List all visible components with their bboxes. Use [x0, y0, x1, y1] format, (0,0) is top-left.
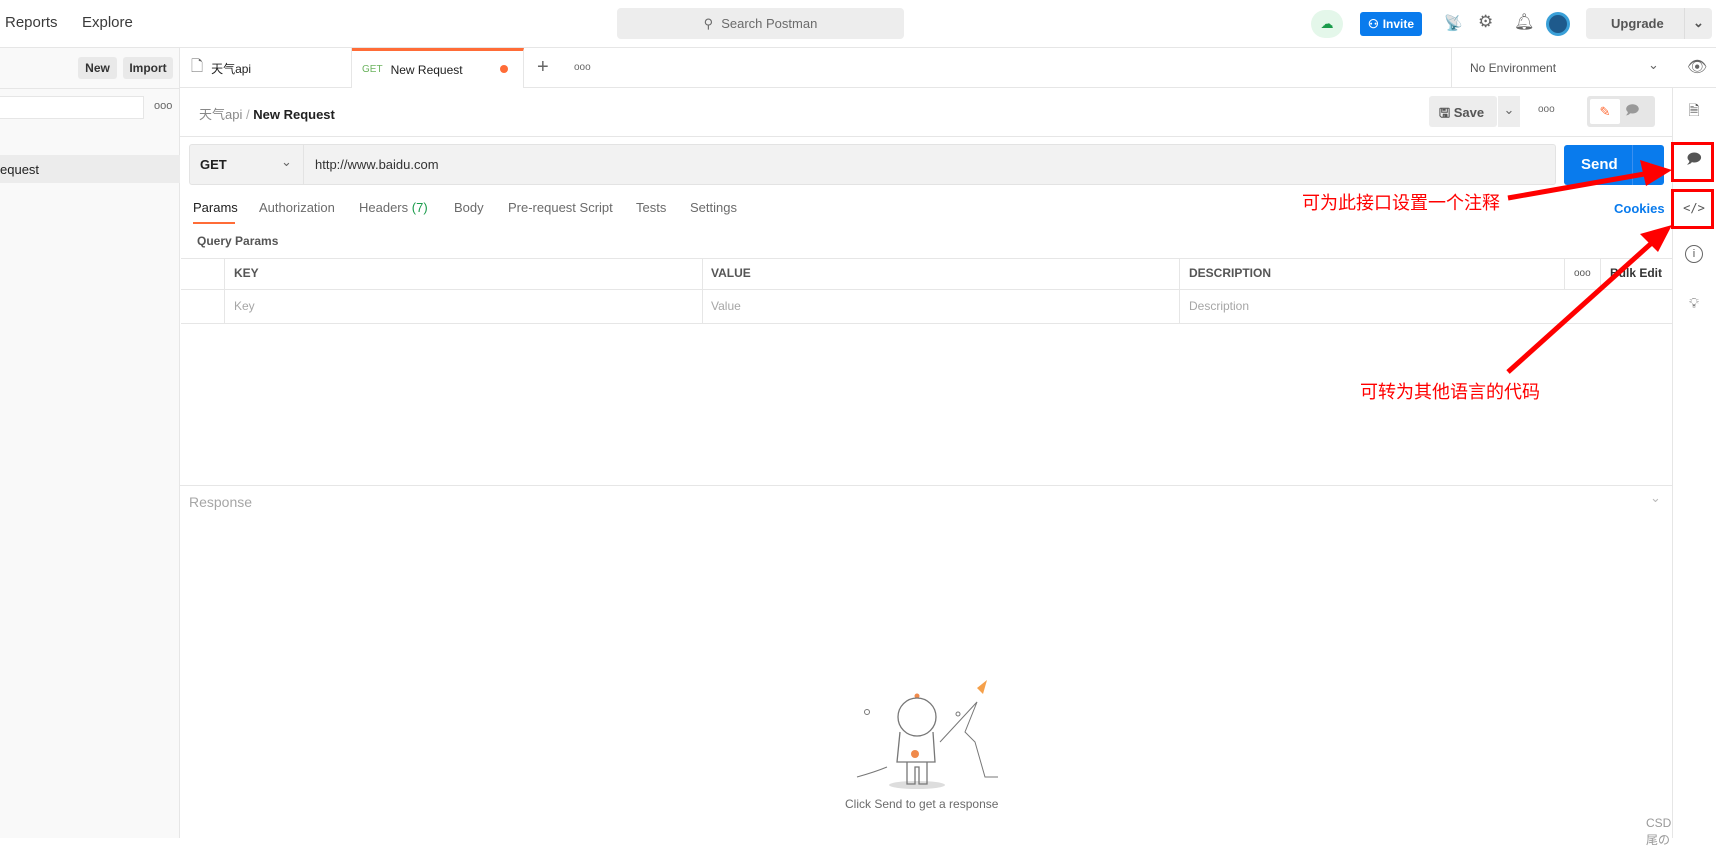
annotation-comment-text: 可为此接口设置一个注释 — [1302, 193, 1500, 213]
annotation-code-text: 可转为其他语言的代码 — [1360, 382, 1540, 402]
annotation-arrows — [1506, 160, 1672, 374]
